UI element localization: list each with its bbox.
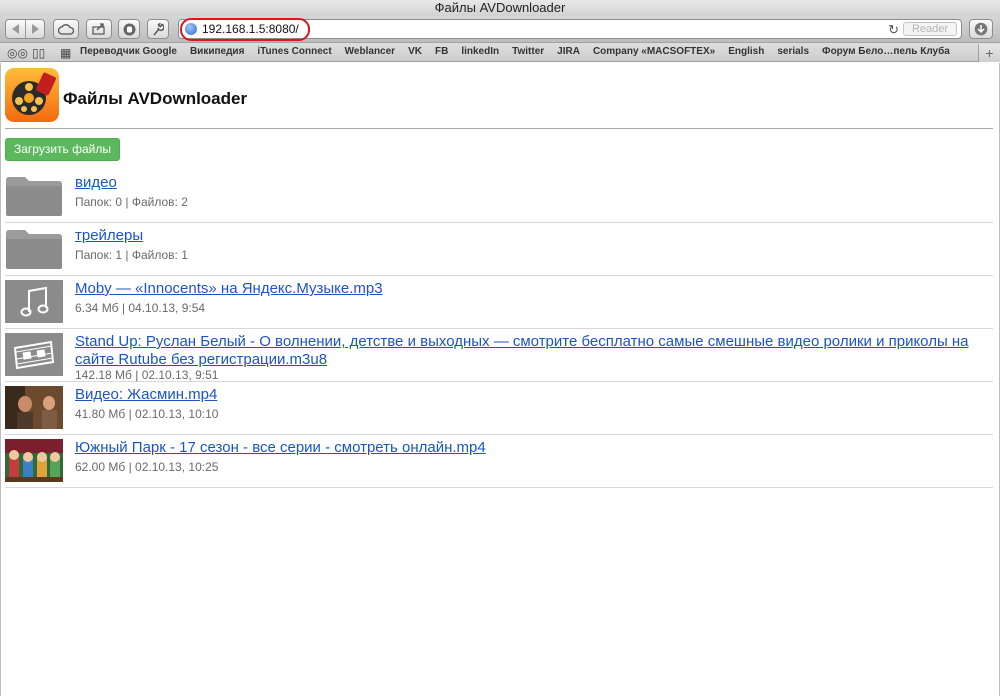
extension-button[interactable] [118,19,140,39]
upload-files-button[interactable]: Загрузить файлы [5,138,121,161]
video-thumbnail[interactable] [5,386,63,429]
file-meta: Папок: 1 | Файлов: 1 [75,248,188,262]
folder-icon[interactable] [5,174,63,217]
film-reel-logo-icon [12,72,56,115]
share-button[interactable] [86,19,112,39]
cloud-icon [58,23,74,35]
bookmark-item[interactable]: Twitter [512,46,544,57]
browser-toolbar: 192.168.1.5:8080/ ↻ Reader [0,16,1000,43]
share-icon [92,23,105,35]
bookmarks-book-icon[interactable]: ▯▯ [32,46,45,60]
film-strip-icon [13,340,55,369]
page-header: Файлы AVDownloader [5,68,993,122]
file-link[interactable]: Stand Up: Руслан Белый - О волнении, дет… [75,333,993,369]
file-meta: 142.18 Мб | 02.10.13, 9:51 [75,368,219,382]
bookmark-item[interactable]: VK [408,46,422,57]
back-button[interactable] [6,20,25,38]
file-meta: Папок: 0 | Файлов: 2 [75,195,188,209]
tools-button[interactable] [147,19,169,39]
bookmark-item[interactable]: Переводчик Google [80,46,177,57]
reload-icon[interactable]: ↻ [888,22,899,38]
list-item: трейлеры Папок: 1 | Файлов: 1 [5,223,993,276]
list-item: Видео: Жасмин.mp4 41.80 Мб | 02.10.13, 1… [5,382,993,435]
page-content: Файлы AVDownloader Загрузить файлы видео… [0,63,1000,696]
avdownloader-logo [5,68,59,122]
downloads-button[interactable] [969,19,993,39]
video-thumbnail[interactable] [5,333,63,376]
bookmarks-bar: ◎◎ ▯▯ ▦ Переводчик Google Википедия iTunes… [0,43,1000,62]
bookmark-item[interactable]: serials [777,46,809,57]
wrench-icon [153,22,164,35]
forward-arrow-icon [32,24,39,34]
file-list: видео Папок: 0 | Файлов: 2 трейлеры Папо… [5,170,993,488]
page-title: Файлы AVDownloader [63,89,248,108]
history-nav [5,19,45,39]
bookmark-item[interactable]: JIRA [557,46,580,57]
file-link[interactable]: видео [75,174,993,192]
reader-button[interactable]: Reader [903,22,957,36]
file-meta: 6.34 Мб | 04.10.13, 9:54 [75,301,206,315]
adblock-icon [123,23,135,35]
folder-icon[interactable] [5,227,63,270]
file-link[interactable]: Видео: Жасмин.mp4 [75,386,993,404]
file-link[interactable]: трейлеры [75,227,993,245]
header-divider [5,128,993,129]
bookmark-item[interactable]: linkedIn [461,46,499,57]
file-meta: 62.00 Мб | 02.10.13, 10:25 [75,460,219,474]
url-highlight-annotation [180,18,310,41]
new-tab-button[interactable]: + [978,44,1000,62]
bookmark-item[interactable]: Википедия [190,46,244,57]
video-thumbnail[interactable] [5,439,63,482]
music-note-icon [20,286,49,316]
bookmark-items: Переводчик Google Википедия iTunes Connect… [80,46,950,57]
file-meta: 41.80 Мб | 02.10.13, 10:10 [75,407,219,421]
bookmark-item[interactable]: English [728,46,764,57]
list-item: Moby — «Innocents» на Яндекс.Музыке.mp3 … [5,276,993,329]
list-item: видео Папок: 0 | Файлов: 2 [5,170,993,223]
top-sites-grid-icon[interactable]: ▦ [60,46,71,60]
reading-list-icon[interactable]: ◎◎ [7,46,28,60]
list-item: Южный Парк - 17 сезон - все серии - смот… [5,435,993,488]
bookmark-item[interactable]: Company «MACSOFTEX» [593,46,715,57]
music-thumbnail[interactable] [5,280,63,323]
list-item: Stand Up: Руслан Белый - О волнении, дет… [5,329,993,382]
forward-button[interactable] [25,20,44,38]
icloud-tabs-button[interactable] [53,19,79,39]
file-link[interactable]: Moby — «Innocents» на Яндекс.Музыке.mp3 [75,280,993,298]
back-arrow-icon [11,24,19,34]
download-icon [974,22,988,36]
file-link[interactable]: Южный Парк - 17 сезон - все серии - смот… [75,439,993,457]
bookmark-item[interactable]: Weblancer [345,46,395,57]
window-title: Файлы AVDownloader [0,0,1000,16]
bookmark-item[interactable]: Форум Бело…пель Клуба [822,46,950,57]
bookmark-item[interactable]: FB [435,46,448,57]
bookmark-item[interactable]: iTunes Connect [257,46,331,57]
